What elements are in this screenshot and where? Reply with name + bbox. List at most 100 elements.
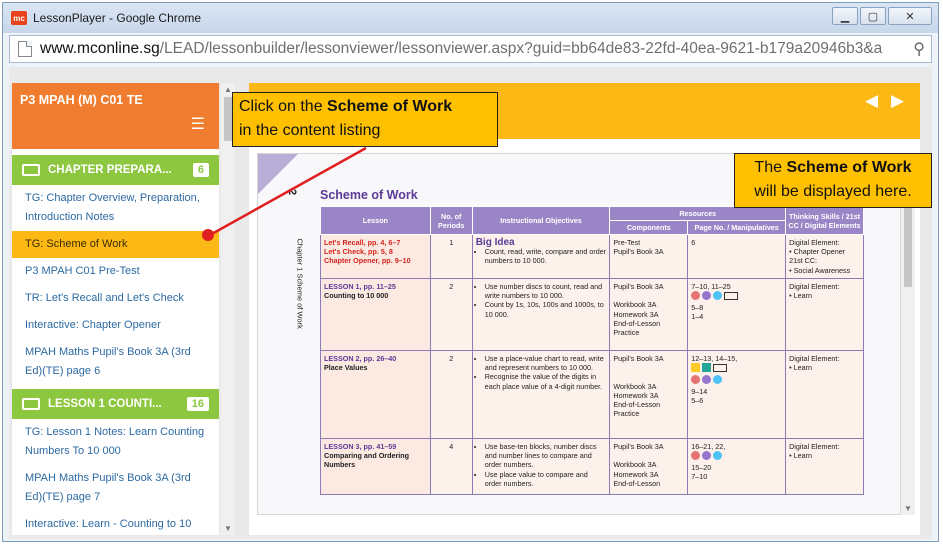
- callout-emphasis: Scheme of Work: [786, 159, 912, 176]
- page-line: 12–13, 14–15,: [691, 354, 738, 363]
- header-lesson: Lesson: [320, 206, 431, 235]
- lesson-line: Chapter Opener, pp. 9–10: [324, 256, 411, 266]
- header-page-no: Page No. / Manipulatives: [687, 220, 787, 235]
- component-line: Homework 3A: [613, 309, 659, 319]
- component-line: [613, 291, 684, 300]
- pages-cell: 16–21, 22, 15–20 7–10: [687, 438, 787, 495]
- table-header-row: Lesson No. of Periods Instructional Obje…: [320, 206, 864, 235]
- component-line: End-of-Lesson: [613, 400, 661, 410]
- objective-item: Use a place-value chart to read, write a…: [485, 354, 607, 372]
- callout-click-instruction: Click on the Scheme of Work in the conte…: [232, 92, 498, 147]
- scheme-of-work-table: Lesson No. of Periods Instructional Obje…: [320, 206, 864, 495]
- section-label: LESSON 1 COUNTI...: [48, 398, 162, 410]
- thinking-line: • Learn: [789, 451, 812, 461]
- minimize-button[interactable]: ▁: [832, 7, 858, 25]
- list-item[interactable]: TG: Lesson 1 Notes: Learn Counting Numbe…: [12, 419, 219, 465]
- component-line: Homework 3A: [613, 390, 659, 400]
- callout-text: The: [754, 159, 787, 176]
- page-line: 5–8: [691, 303, 704, 313]
- callout-text: will be displayed here.: [754, 183, 912, 200]
- thinking-line: • Learn: [789, 363, 812, 373]
- page-line: 9–14: [691, 387, 708, 397]
- address-bar[interactable]: www.mconline.sg/LEAD/lessonbuilder/lesso…: [9, 35, 932, 63]
- header-components: Components: [609, 220, 689, 235]
- menu-icon[interactable]: ☰: [191, 114, 205, 134]
- callout-text: Click on the: [239, 98, 328, 115]
- pages-cell: 6: [687, 234, 787, 279]
- page-line: 1–4: [691, 312, 704, 322]
- page-line: 7–10, 11–25: [691, 282, 731, 291]
- folder-icon: [22, 164, 40, 176]
- lesson-line: Let's Recall, pp. 4, 6–7: [324, 238, 401, 247]
- table-row: Let's Recall, pp. 4, 6–7 Let's Check, pp…: [320, 234, 864, 279]
- section-count-badge: 6: [192, 163, 209, 177]
- app-logo: mc: [11, 11, 27, 25]
- list-item-scheme-of-work[interactable]: TG: Scheme of Work: [12, 231, 219, 258]
- previous-arrow-icon[interactable]: ◀: [865, 91, 878, 111]
- section-lesson-1[interactable]: LESSON 1 COUNTI... 16: [12, 389, 219, 419]
- scroll-down-icon[interactable]: ▼: [904, 504, 912, 513]
- thinking-cell: Digital Element: • Learn: [785, 438, 864, 495]
- manipulatives-icons: [691, 363, 782, 375]
- component-line: Pupil's Book 3A: [613, 282, 664, 291]
- periods-cell: 2: [429, 350, 473, 439]
- thinking-line: Digital Element:: [789, 238, 840, 247]
- thinking-line: • Chapter Opener: [789, 247, 846, 257]
- component-line: Workbook 3A: [613, 460, 657, 470]
- list-item[interactable]: Interactive: Learn - Counting to 10 000: [12, 511, 219, 535]
- lesson-line: Place Values: [324, 363, 368, 373]
- sidebar-scrollbar[interactable]: ▲ ▼: [221, 83, 235, 535]
- lesson-line: Comparing and Ordering Numbers: [324, 451, 410, 470]
- list-item[interactable]: P3 MPAH C01 Pre-Test: [12, 258, 219, 285]
- lesson-line: LESSON 1, pp. 11–25: [324, 282, 396, 291]
- list-item[interactable]: MPAH Maths Pupil's Book 3A (3rd Ed)(TE) …: [12, 339, 219, 385]
- list-item[interactable]: MPAH Maths Pupil's Book 3A (3rd Ed)(TE) …: [12, 465, 219, 511]
- manipulatives-icons: [691, 375, 782, 387]
- url-host: www.mconline.sg: [40, 40, 160, 57]
- page-line: 7–10: [691, 472, 708, 482]
- components-cell: Pupil's Book 3A Workbook 3A Homework 3A …: [609, 350, 689, 439]
- page-line: 6: [691, 238, 696, 247]
- periods-cell: 1: [429, 234, 473, 279]
- page-line: 5–6: [691, 396, 704, 406]
- thinking-line: • Social Awareness: [789, 265, 851, 275]
- section-chapter-preparation[interactable]: CHAPTER PREPARA... 6: [12, 155, 219, 185]
- page-line: 15–20: [691, 463, 712, 473]
- scroll-up-icon[interactable]: ▲: [224, 85, 232, 94]
- callout-emphasis: Scheme of Work: [327, 98, 453, 115]
- lesson-line: LESSON 2, pp. 26–40: [324, 354, 397, 363]
- objective-item: Use base-ten blocks, number discs and nu…: [485, 442, 607, 470]
- header-periods: No. of Periods: [429, 206, 473, 235]
- chapter-side-label: Chapter 1 Scheme of Work: [295, 238, 305, 329]
- list-item[interactable]: Interactive: Chapter Opener: [12, 312, 219, 339]
- next-arrow-icon[interactable]: ▶: [891, 91, 904, 111]
- lesson-cell: LESSON 2, pp. 26–40 Place Values: [320, 350, 431, 439]
- search-icon[interactable]: ⚲: [913, 39, 925, 59]
- lesson-cell: LESSON 3, pp. 41–59 Comparing and Orderi…: [320, 438, 431, 495]
- lesson-cell: Let's Recall, pp. 4, 6–7 Let's Check, pp…: [320, 234, 431, 279]
- objective-item: Use place value to compare and order num…: [485, 470, 607, 488]
- thinking-line: • Learn: [789, 291, 812, 301]
- url-text[interactable]: www.mconline.sg/LEAD/lessonbuilder/lesso…: [40, 40, 920, 58]
- objectives-cell: Use number discs to count, read and writ…: [471, 278, 611, 351]
- component-line: End-of-Lesson: [613, 318, 661, 328]
- table-row: LESSON 2, pp. 26–40 Place Values 2 Use a…: [320, 350, 864, 439]
- sidebar-scroll-thumb[interactable]: [224, 97, 232, 141]
- course-header: P3 MPAH (M) C01 TE ☰: [12, 83, 219, 149]
- scroll-down-icon[interactable]: ▼: [224, 524, 232, 533]
- component-line: Workbook 3A: [613, 300, 657, 310]
- url-path: /LEAD/lessonbuilder/lessonviewer/lessonv…: [159, 40, 883, 57]
- component-line: [613, 372, 684, 381]
- objectives-cell: Big Idea Count, read, write, compare and…: [471, 234, 611, 279]
- maximize-button[interactable]: ▢: [860, 7, 886, 25]
- list-item[interactable]: TR: Let's Recall and Let's Check: [12, 285, 219, 312]
- list-item[interactable]: TG: Chapter Overview, Preparation, Intro…: [12, 185, 219, 231]
- close-button[interactable]: ✕: [888, 7, 932, 25]
- thinking-cell: Digital Element: • Chapter Opener 21st C…: [785, 234, 864, 279]
- component-line: [613, 363, 684, 372]
- table-row: LESSON 1, pp. 11–25 Counting to 10 000 2…: [320, 278, 864, 351]
- section-count-badge: 16: [186, 397, 209, 411]
- folder-icon: [22, 398, 40, 410]
- pages-cell: 7–10, 11–25 5–8 1–4: [687, 278, 787, 351]
- lesson-line: LESSON 3, pp. 41–59: [324, 442, 397, 451]
